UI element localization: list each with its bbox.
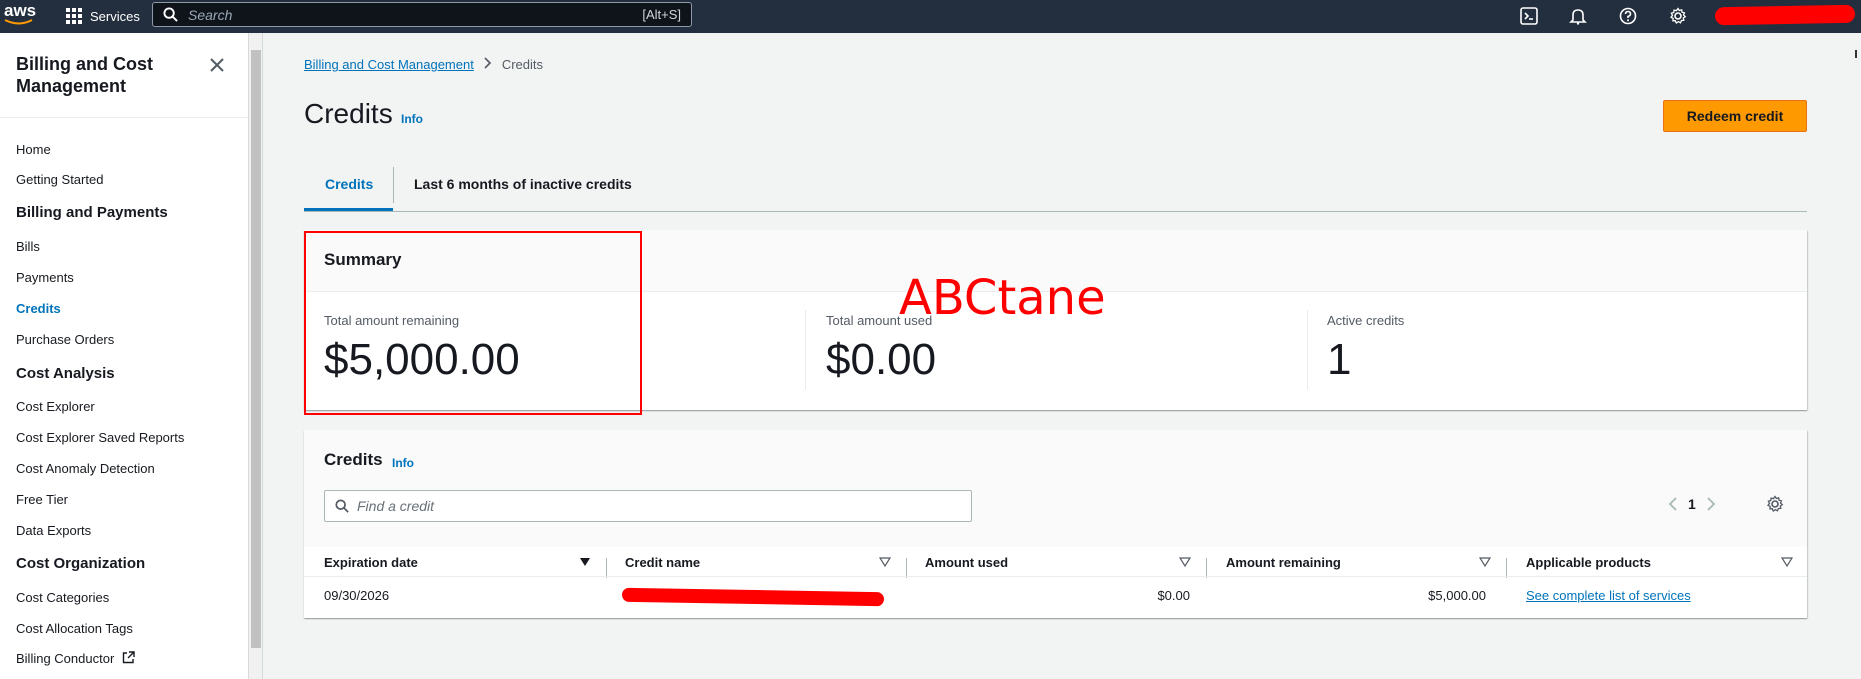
credits-table-header xyxy=(304,430,1807,547)
notifications-button[interactable] xyxy=(1566,4,1590,28)
grid-icon xyxy=(66,8,82,24)
sidebar-item-cost-anomaly-detection[interactable]: Cost Anomaly Detection xyxy=(16,461,155,476)
sidebar-item-cost-allocation-tags[interactable]: Cost Allocation Tags xyxy=(16,621,133,636)
column-divider xyxy=(1206,558,1207,578)
search-shortcut: [Alt+S] xyxy=(642,7,681,22)
tab-separator xyxy=(393,167,394,203)
find-credit-input[interactable]: Find a credit xyxy=(324,490,972,522)
external-link-icon xyxy=(122,651,135,664)
top-navigation-bar: aws Services Search [Alt+S] xyxy=(0,0,1861,33)
sidebar-item-cost-explorer[interactable]: Cost Explorer xyxy=(16,399,95,414)
cell-credit-name-redacted xyxy=(621,587,885,607)
sidebar-item-home[interactable]: Home xyxy=(16,142,51,157)
table-preferences-button[interactable] xyxy=(1766,495,1784,518)
column-header-amount-remaining[interactable]: Amount remaining xyxy=(1226,555,1341,570)
cell-amount-remaining: $5,000.00 xyxy=(1428,588,1486,603)
sort-icon[interactable] xyxy=(1179,557,1191,567)
sidebar-divider xyxy=(0,117,248,118)
breadcrumb-link-billing[interactable]: Billing and Cost Management xyxy=(304,57,474,72)
sidebar-item-getting-started[interactable]: Getting Started xyxy=(16,172,103,187)
table-row-divider xyxy=(304,576,1807,577)
search-placeholder: Search xyxy=(188,6,233,23)
page-title: Credits xyxy=(304,98,393,129)
bell-icon xyxy=(1569,9,1587,25)
aws-logo[interactable]: aws xyxy=(2,0,36,26)
cell-applicable-products: See complete list of services xyxy=(1526,588,1691,603)
aws-smile-icon xyxy=(4,19,33,25)
metric-value-active-credits: 1 xyxy=(1327,335,1352,384)
sort-icon[interactable] xyxy=(1781,557,1793,567)
side-navigation: Billing and Cost Management Home Getting… xyxy=(0,33,249,679)
sort-icon[interactable] xyxy=(1479,557,1491,567)
column-header-applicable-products[interactable]: Applicable products xyxy=(1526,555,1651,570)
sidebar-item-credits[interactable]: Credits xyxy=(16,301,61,316)
breadcrumb-current: Credits xyxy=(501,57,544,72)
sidebar-title: Billing and Cost Management xyxy=(16,54,153,96)
help-button[interactable] xyxy=(1616,4,1640,28)
cloudshell-icon xyxy=(1520,7,1538,25)
sidebar-item-free-tier[interactable]: Free Tier xyxy=(16,492,68,507)
breadcrumb: Billing and Cost Management Credits xyxy=(304,57,543,72)
sidebar-item-billing-conductor[interactable]: Billing Conductor xyxy=(16,651,135,666)
close-sidebar-button[interactable] xyxy=(207,55,227,75)
search-icon xyxy=(335,499,349,513)
chevron-right-icon[interactable] xyxy=(1706,496,1716,512)
redeem-credit-button[interactable]: Redeem credit xyxy=(1663,100,1807,132)
active-tab-indicator xyxy=(304,208,393,211)
gear-icon xyxy=(1669,7,1687,24)
metric-divider xyxy=(1307,310,1308,390)
column-header-credit-name[interactable]: Credit name xyxy=(625,555,700,570)
help-icon xyxy=(1619,7,1637,25)
column-divider xyxy=(1506,558,1507,578)
sidebar-section-cost-analysis: Cost Analysis xyxy=(16,365,115,382)
credits-table-container: Credits Info Find a credit 1 Expiration … xyxy=(304,430,1807,618)
tabs-baseline xyxy=(304,211,1807,212)
column-header-amount-used[interactable]: Amount used xyxy=(925,555,1008,570)
sidebar-item-cost-explorer-saved-reports[interactable]: Cost Explorer Saved Reports xyxy=(16,430,184,445)
current-page-number[interactable]: 1 xyxy=(1688,496,1696,512)
tab-inactive-credits[interactable]: Last 6 months of inactive credits xyxy=(414,176,632,192)
sidebar-item-billing-conductor-label: Billing Conductor xyxy=(16,651,115,666)
page-info-link[interactable]: Info xyxy=(401,112,423,126)
window-edge-marker xyxy=(1855,50,1857,58)
metric-value-total-used: $0.00 xyxy=(826,335,937,384)
sidebar-item-data-exports[interactable]: Data Exports xyxy=(16,523,91,538)
sidebar-item-purchase-orders[interactable]: Purchase Orders xyxy=(16,332,114,347)
global-search-input[interactable]: Search [Alt+S] xyxy=(152,2,692,27)
column-header-expiration-date[interactable]: Expiration date xyxy=(324,555,418,570)
metric-divider xyxy=(805,310,806,390)
chevron-right-icon xyxy=(484,57,492,72)
services-menu-button[interactable]: Services xyxy=(66,3,140,29)
credits-table-title: Credits xyxy=(324,450,383,469)
cell-amount-used: $0.00 xyxy=(1157,588,1190,603)
credits-info-link[interactable]: Info xyxy=(392,456,414,470)
sidebar-scrollbar-thumb[interactable] xyxy=(251,50,261,648)
column-divider xyxy=(906,558,907,578)
sidebar-section-billing-and-payments: Billing and Payments xyxy=(16,204,168,221)
chevron-left-icon[interactable] xyxy=(1668,496,1678,512)
gear-icon xyxy=(1766,495,1784,512)
cell-expiration-date: 09/30/2026 xyxy=(324,588,390,603)
sidebar-section-cost-organization: Cost Organization xyxy=(16,555,146,572)
column-divider xyxy=(606,558,607,578)
settings-button[interactable] xyxy=(1666,4,1690,28)
tab-credits[interactable]: Credits xyxy=(325,176,373,192)
find-credit-placeholder: Find a credit xyxy=(357,498,435,514)
sidebar-item-bills[interactable]: Bills xyxy=(16,239,40,254)
search-icon xyxy=(163,7,178,22)
cloudshell-button[interactable] xyxy=(1517,4,1541,28)
sort-icon[interactable] xyxy=(879,557,891,567)
sort-descending-icon[interactable] xyxy=(579,557,591,567)
metric-label-active-credits: Active credits xyxy=(1327,313,1405,328)
services-label: Services xyxy=(90,8,140,24)
see-services-link[interactable]: See complete list of services xyxy=(1526,588,1691,603)
pagination: 1 xyxy=(1668,496,1716,512)
annotation-text: ABCtane xyxy=(899,270,1106,326)
annotation-highlight-box xyxy=(304,231,642,415)
close-icon xyxy=(210,58,224,72)
sidebar-item-payments[interactable]: Payments xyxy=(16,270,74,285)
sidebar-item-cost-categories[interactable]: Cost Categories xyxy=(16,590,109,605)
account-menu-redacted[interactable] xyxy=(1714,4,1856,26)
